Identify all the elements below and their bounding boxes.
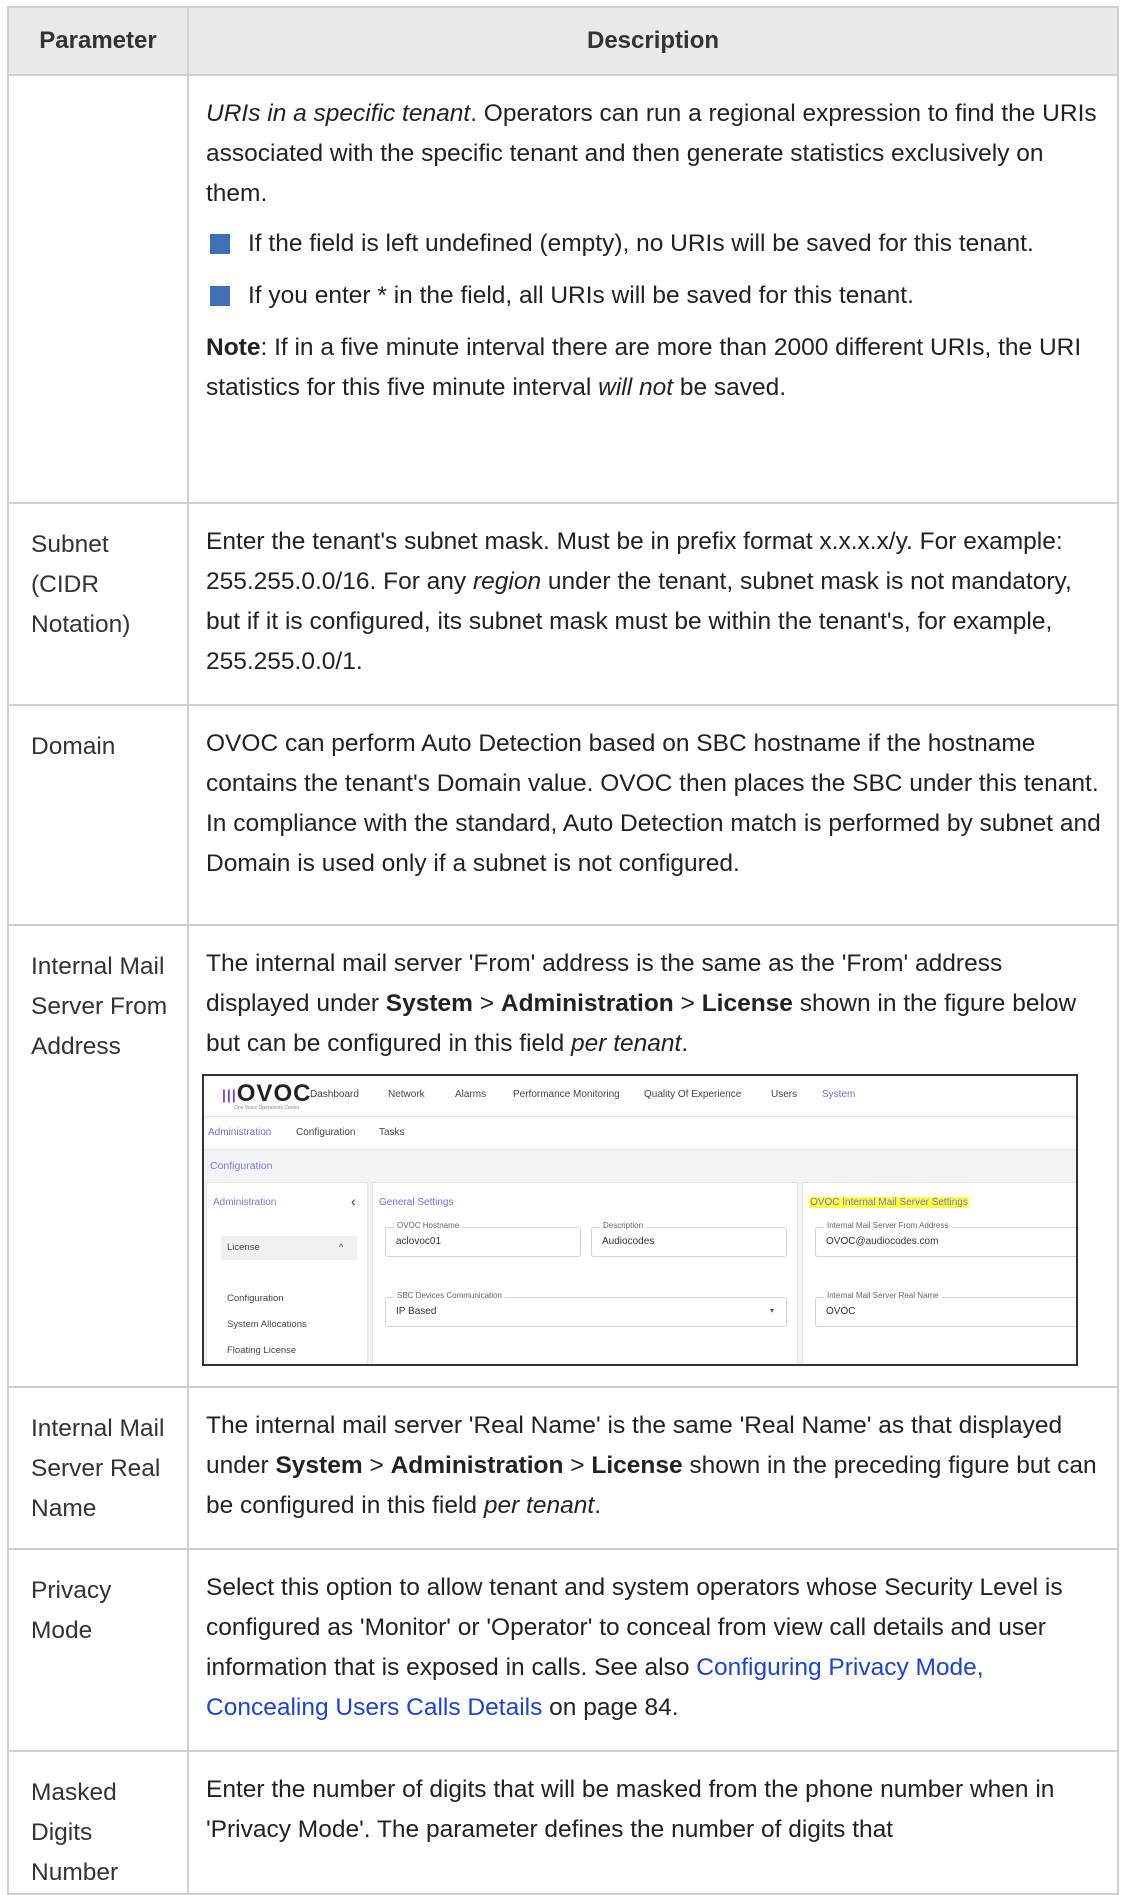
param-masked-digits: Masked Digits Number xyxy=(7,1750,189,1895)
description-cell: The internal mail server 'From' address … xyxy=(187,924,1119,1388)
description-field[interactable]: Description Audiocodes xyxy=(591,1221,787,1257)
header-description: Description xyxy=(187,6,1119,76)
nav-system[interactable]: System xyxy=(822,1089,855,1100)
parameter-table: Parameter Description URIs in a specific… xyxy=(7,6,1119,1895)
table-row: Domain OVOC can perform Auto Detection b… xyxy=(7,704,1119,926)
bullet-square-icon xyxy=(210,234,230,254)
menu-item-floating-license[interactable]: Floating License xyxy=(227,1345,296,1356)
note-paragraph: Note: If in a five minute interval there… xyxy=(206,334,1082,401)
admin-menu-title: Administration xyxy=(213,1197,277,1208)
param-subnet: Subnet (CIDR Notation) xyxy=(7,502,189,706)
description-cell: URIs in a specific tenant. Operators can… xyxy=(187,74,1119,504)
ovoc-logo: |||OVOC xyxy=(222,1080,312,1107)
description-cell: Enter the number of digits that will be … xyxy=(187,1750,1119,1895)
breadcrumb: Configuration xyxy=(210,1160,273,1172)
table-row: Subnet (CIDR Notation) Enter the tenant'… xyxy=(7,502,1119,706)
table-row: Privacy Mode Select this option to allow… xyxy=(7,1548,1119,1752)
nav-alarms[interactable]: Alarms xyxy=(455,1089,486,1100)
uri-paragraph: URIs in a specific tenant. Operators can… xyxy=(206,100,1097,207)
logo-subtitle: One Voice Operations Center xyxy=(234,1105,300,1111)
chevron-up-icon: ^ xyxy=(339,1242,344,1252)
mail-real-name-field[interactable]: Internal Mail Server Real Name OVOC xyxy=(815,1291,1076,1327)
table-row: Internal Mail Server Real Name The inter… xyxy=(7,1386,1119,1550)
header-parameter: Parameter xyxy=(7,6,189,76)
tab-administration[interactable]: Administration xyxy=(208,1127,271,1138)
table-row: Masked Digits Number Enter the number of… xyxy=(7,1750,1119,1895)
collapse-chevron-icon[interactable]: ‹ xyxy=(351,1193,356,1209)
param-cell-empty xyxy=(7,74,189,504)
sbc-communication-select[interactable]: SBC Devices Communication IP Based ▾ xyxy=(385,1291,787,1327)
bullet-item: If the field is left undefined (empty), … xyxy=(206,224,1103,264)
admin-menu-panel: Administration ‹ License ^ Configuration… xyxy=(206,1182,368,1364)
nav-dashboard[interactable]: Dashboard xyxy=(310,1089,359,1100)
description-cell: OVOC can perform Auto Detection based on… xyxy=(187,704,1119,926)
description-cell: Enter the tenant's subnet mask. Must be … xyxy=(187,502,1119,706)
mail-from-address-field[interactable]: Internal Mail Server From Address OVOC@a… xyxy=(815,1221,1076,1257)
table-header-row: Parameter Description xyxy=(7,6,1119,76)
dropdown-arrow-icon: ▾ xyxy=(769,1306,774,1315)
mail-server-settings-title: OVOC Internal Mail Server Settings xyxy=(809,1197,969,1208)
bullet-item: If you enter * in the field, all URIs wi… xyxy=(206,276,1103,316)
table-row: Internal Mail Server From Address The in… xyxy=(7,924,1119,1388)
menu-item-system-allocations[interactable]: System Allocations xyxy=(227,1319,307,1330)
bullet-square-icon xyxy=(210,286,230,306)
param-privacy-mode: Privacy Mode xyxy=(7,1548,189,1752)
general-settings-title: General Settings xyxy=(379,1197,454,1208)
nav-performance-monitoring[interactable]: Performance Monitoring xyxy=(513,1089,620,1100)
tab-configuration[interactable]: Configuration xyxy=(296,1127,355,1138)
menu-item-license[interactable]: License ^ xyxy=(221,1236,357,1260)
top-nav-bar: |||OVOC One Voice Operations Center Dash… xyxy=(204,1076,1076,1117)
description-cell: Select this option to allow tenant and s… xyxy=(187,1548,1119,1752)
table-row: URIs in a specific tenant. Operators can… xyxy=(7,74,1119,504)
general-settings-panel: General Settings OVOC Hostname aclovoc01… xyxy=(372,1182,798,1364)
nav-network[interactable]: Network xyxy=(388,1089,425,1100)
nav-quality-of-experience[interactable]: Quality Of Experience xyxy=(644,1089,741,1100)
logo-wave-icon: ||| xyxy=(222,1086,237,1103)
menu-item-configuration[interactable]: Configuration xyxy=(227,1293,284,1304)
param-from-address: Internal Mail Server From Address xyxy=(7,924,189,1388)
ovoc-hostname-field[interactable]: OVOC Hostname aclovoc01 xyxy=(385,1221,581,1257)
param-real-name: Internal Mail Server Real Name xyxy=(7,1386,189,1550)
mail-server-panel: OVOC Internal Mail Server Settings Inter… xyxy=(802,1182,1076,1364)
description-cell: The internal mail server 'Real Name' is … xyxy=(187,1386,1119,1550)
sub-nav-bar: Administration Configuration Tasks xyxy=(204,1117,1076,1150)
nav-users[interactable]: Users xyxy=(771,1089,797,1100)
param-domain: Domain xyxy=(7,704,189,926)
ovoc-license-screenshot: |||OVOC One Voice Operations Center Dash… xyxy=(202,1074,1078,1366)
tab-tasks[interactable]: Tasks xyxy=(379,1127,405,1138)
